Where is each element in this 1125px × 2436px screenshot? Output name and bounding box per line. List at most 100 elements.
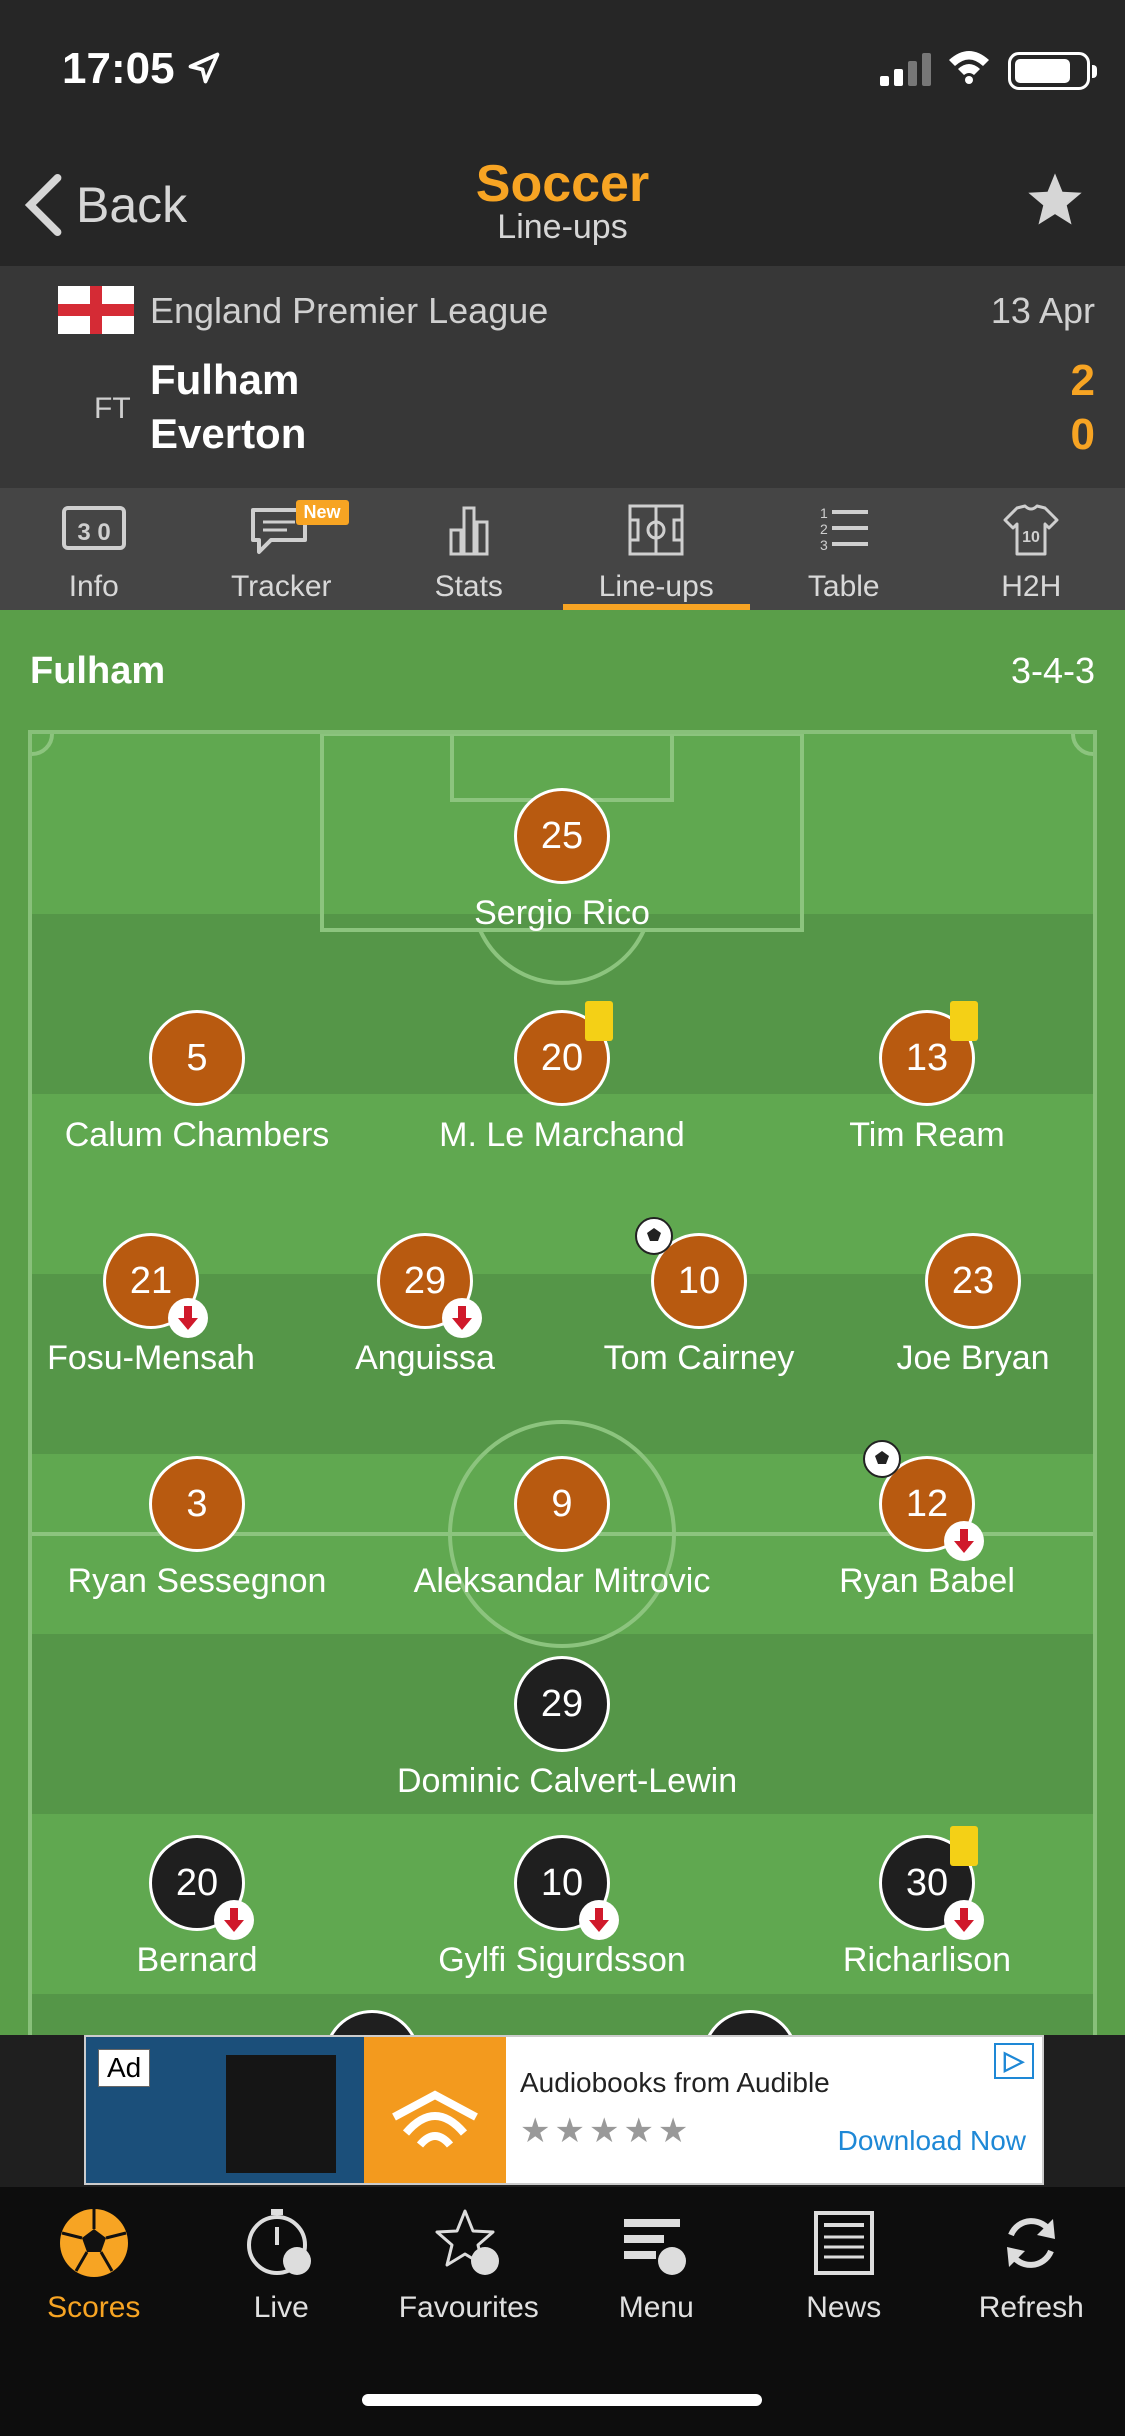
sub-off-arrow-icon bbox=[944, 1521, 984, 1561]
tab-h2h[interactable]: 10 H2H bbox=[938, 488, 1125, 610]
player-number: 9 bbox=[551, 1482, 573, 1525]
away-team-name: Everton bbox=[150, 410, 307, 457]
player-number: 23 bbox=[951, 1259, 995, 1302]
player-number-disc: 20 bbox=[149, 1835, 254, 1940]
player-name: Aleksandar Mitrovic bbox=[413, 1562, 711, 1600]
status-time: 17:05 bbox=[62, 44, 175, 93]
battery-icon bbox=[1008, 52, 1097, 90]
player-number: 29 bbox=[403, 1259, 447, 1302]
player-gylfi-sigurdsson[interactable]: 10 Gylfi Sigurdsson bbox=[397, 1835, 727, 1980]
player-number-disc: 23 bbox=[925, 1233, 1021, 1329]
page-title: Soccer bbox=[475, 155, 650, 213]
nav-bar: Back Soccer Line-ups bbox=[0, 140, 1125, 266]
lineup-header: Fulham 3-4-3 bbox=[0, 610, 1125, 730]
yellow-card-icon bbox=[950, 1001, 978, 1041]
player-tim-ream[interactable]: 13 Tim Ream bbox=[762, 1001, 1092, 1155]
star-ball-icon bbox=[435, 2209, 499, 2275]
pitch-icon bbox=[628, 504, 684, 556]
player-number-disc: 10 bbox=[514, 1835, 619, 1940]
nav-label: Live bbox=[253, 2291, 309, 2324]
player-number-disc: 12 bbox=[863, 1440, 984, 1561]
tab-label: Info bbox=[68, 570, 119, 603]
player-ryan-babel[interactable]: 12 Ryan Babel bbox=[762, 1440, 1092, 1601]
player-number-disc: 29 bbox=[514, 1656, 610, 1752]
menu-ball-icon bbox=[624, 2219, 687, 2275]
england-flag-icon bbox=[58, 286, 134, 334]
nav-label: News bbox=[806, 2291, 882, 2324]
player-dominic-calvert-lewin[interactable]: 29 Dominic Calvert-Lewin bbox=[397, 1656, 738, 1801]
player-joe-bryan[interactable]: 23 Joe Bryan bbox=[808, 1233, 1125, 1378]
tab-label: Tracker bbox=[230, 570, 332, 603]
tab-info[interactable]: 3 0 Info bbox=[0, 488, 188, 610]
nav-label: Menu bbox=[618, 2291, 694, 2324]
nav-live[interactable]: Live bbox=[188, 2187, 376, 2337]
tab-table[interactable]: 123 Table bbox=[750, 488, 938, 610]
player-calum-chambers[interactable]: 5 Calum Chambers bbox=[32, 1010, 362, 1155]
status-bar: 17:05 bbox=[0, 0, 1125, 140]
lineup-team-name: Fulham bbox=[30, 650, 166, 692]
nav-menu[interactable]: Menu bbox=[563, 2187, 751, 2337]
svg-text:3: 3 bbox=[820, 537, 828, 553]
ad-choices-icon[interactable]: ▷ bbox=[994, 2043, 1034, 2079]
player-sergio-rico[interactable]: 25 Sergio Rico bbox=[397, 788, 727, 933]
nav-scores[interactable]: Scores bbox=[0, 2187, 188, 2337]
match-status: FT bbox=[94, 392, 131, 425]
page-subtitle: Line-ups bbox=[497, 208, 628, 246]
player-number-disc: 3 bbox=[149, 1456, 245, 1552]
stopwatch-ball-icon bbox=[247, 2209, 312, 2275]
player-number: 25 bbox=[540, 814, 584, 857]
player-number: 20 bbox=[540, 1036, 584, 1079]
player-number-disc: 30 bbox=[879, 1826, 984, 1940]
home-team-name: Fulham bbox=[150, 356, 300, 403]
wifi-icon bbox=[949, 51, 989, 84]
favourite-star-icon[interactable] bbox=[1023, 168, 1087, 232]
sub-off-arrow-icon bbox=[214, 1900, 254, 1940]
tab-tracker[interactable]: New Tracker bbox=[188, 488, 376, 610]
player-number-disc: 13 bbox=[879, 1001, 978, 1106]
player-m-le-marchand[interactable]: 20 M. Le Marchand bbox=[397, 1001, 727, 1155]
player-name: Ryan Babel bbox=[839, 1562, 1015, 1600]
player-name: Dominic Calvert-Lewin bbox=[397, 1762, 738, 1800]
rating-stars: ★★★★★ bbox=[520, 2112, 693, 2150]
player-number: 12 bbox=[905, 1482, 949, 1525]
sub-off-arrow-icon bbox=[442, 1298, 482, 1338]
player-number-disc: 9 bbox=[514, 1456, 610, 1552]
download-now-link[interactable]: Download Now bbox=[838, 2125, 1026, 2157]
tab-label: H2H bbox=[1001, 570, 1062, 603]
league-name: England Premier League bbox=[150, 290, 549, 331]
player-richarlison[interactable]: 30 Richarlison bbox=[762, 1826, 1092, 1980]
location-arrow-icon bbox=[188, 52, 220, 84]
tab-line-ups[interactable]: Line-ups bbox=[562, 488, 750, 610]
player-bernard[interactable]: 20 Bernard bbox=[32, 1835, 362, 1980]
player-number-disc: 20 bbox=[514, 1001, 613, 1106]
player-ryan-sessegnon[interactable]: 3 Ryan Sessegnon bbox=[32, 1456, 362, 1601]
nav-favourites[interactable]: Favourites bbox=[375, 2187, 563, 2337]
nav-label: Scores bbox=[47, 2291, 141, 2324]
lineup-view[interactable]: Fulham 3-4-3 25 Sergio Rico 5 Calum Cham… bbox=[0, 610, 1125, 2035]
player-name: Bernard bbox=[136, 1941, 258, 1979]
player-name: Calum Chambers bbox=[64, 1116, 330, 1154]
home-score: 2 bbox=[1070, 356, 1095, 405]
tab-stats[interactable]: Stats bbox=[375, 488, 563, 610]
nav-news[interactable]: News bbox=[750, 2187, 938, 2337]
away-score: 0 bbox=[1070, 410, 1095, 459]
player-number: 30 bbox=[905, 1861, 949, 1904]
player-number: 29 bbox=[540, 1682, 584, 1725]
match-header[interactable]: England Premier League 13 Apr FT Fulham … bbox=[0, 266, 1125, 488]
ad-label: Ad bbox=[98, 2049, 151, 2087]
cellular-signal-icon bbox=[880, 53, 931, 86]
player-name: Tim Ream bbox=[849, 1116, 1005, 1154]
player-number-disc: 29 bbox=[377, 1233, 482, 1338]
tab-label: Table bbox=[807, 570, 880, 603]
nav-refresh[interactable]: Refresh bbox=[938, 2187, 1125, 2337]
svg-text:2: 2 bbox=[820, 521, 828, 537]
home-indicator[interactable] bbox=[362, 2394, 762, 2406]
ad-banner: Ad Audiobooks from Audible ★★★★★ Downloa… bbox=[0, 2035, 1125, 2187]
player-aleksandar-mitrovic[interactable]: 9 Aleksandar Mitrovic bbox=[397, 1456, 727, 1601]
formation: 3-4-3 bbox=[1010, 650, 1095, 691]
player-name: M. Le Marchand bbox=[439, 1116, 685, 1154]
sub-off-arrow-icon bbox=[944, 1900, 984, 1940]
goal-ball-icon bbox=[635, 1217, 673, 1255]
ad-content[interactable]: Ad Audiobooks from Audible ★★★★★ Downloa… bbox=[84, 2035, 1044, 2185]
player-number: 21 bbox=[129, 1259, 173, 1302]
